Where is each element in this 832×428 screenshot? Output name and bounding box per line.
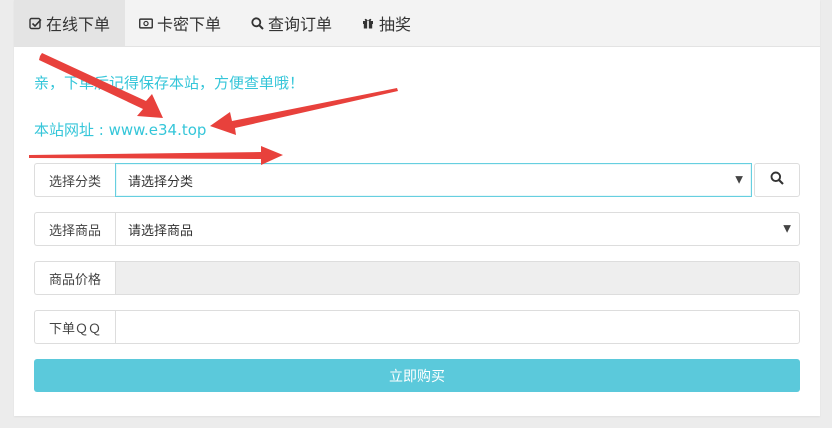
order-panel: 在线下单 卡密下单 查询订单 抽奖 亲，下单后记得保存本站，方便查单哦！ 本站网… [14, 0, 820, 416]
price-label: 商品价格 [34, 261, 115, 295]
tab-card-order-label: 卡密下单 [157, 15, 222, 34]
caret-down-icon: ▼ [735, 174, 743, 186]
product-select[interactable]: 请选择商品 ▼ [115, 212, 800, 246]
category-select[interactable]: 请选择分类 ▼ [115, 163, 752, 197]
tab-query-order[interactable]: 查询订单 [236, 0, 347, 46]
money-icon [139, 16, 153, 30]
category-row: 选择分类 请选择分类 ▼ [34, 163, 800, 197]
qq-label: 下单ＱＱ [34, 310, 115, 344]
buy-now-button[interactable]: 立即购买 [34, 359, 800, 392]
check-square-icon [28, 16, 42, 30]
qq-row: 下单ＱＱ [34, 310, 800, 344]
price-row: 商品价格 [34, 261, 800, 295]
product-row: 选择商品 请选择商品 ▼ [34, 212, 800, 246]
product-select-value: 请选择商品 [128, 223, 194, 239]
category-search-button[interactable] [754, 163, 800, 197]
tab-online-order-label: 在线下单 [46, 15, 111, 34]
category-label: 选择分类 [34, 163, 115, 197]
tab-query-order-label: 查询订单 [268, 15, 333, 34]
tab-bar: 在线下单 卡密下单 查询订单 抽奖 [14, 0, 820, 47]
caret-down-icon: ▼ [783, 223, 791, 235]
save-site-notice: 亲，下单后记得保存本站，方便查单哦！ [34, 74, 305, 92]
search-icon [770, 171, 784, 189]
tab-lottery-label: 抽奖 [379, 15, 412, 34]
gift-icon [361, 16, 375, 30]
tab-card-order[interactable]: 卡密下单 [125, 0, 236, 46]
category-select-value: 请选择分类 [128, 174, 194, 190]
search-icon [250, 16, 264, 30]
product-label: 选择商品 [34, 212, 115, 246]
tab-online-order[interactable]: 在线下单 [14, 0, 126, 46]
price-field [115, 261, 800, 295]
qq-input[interactable] [115, 310, 800, 344]
tab-lottery[interactable]: 抽奖 [347, 0, 426, 46]
site-url-notice: 本站网址 : www.e34.top [34, 121, 207, 139]
